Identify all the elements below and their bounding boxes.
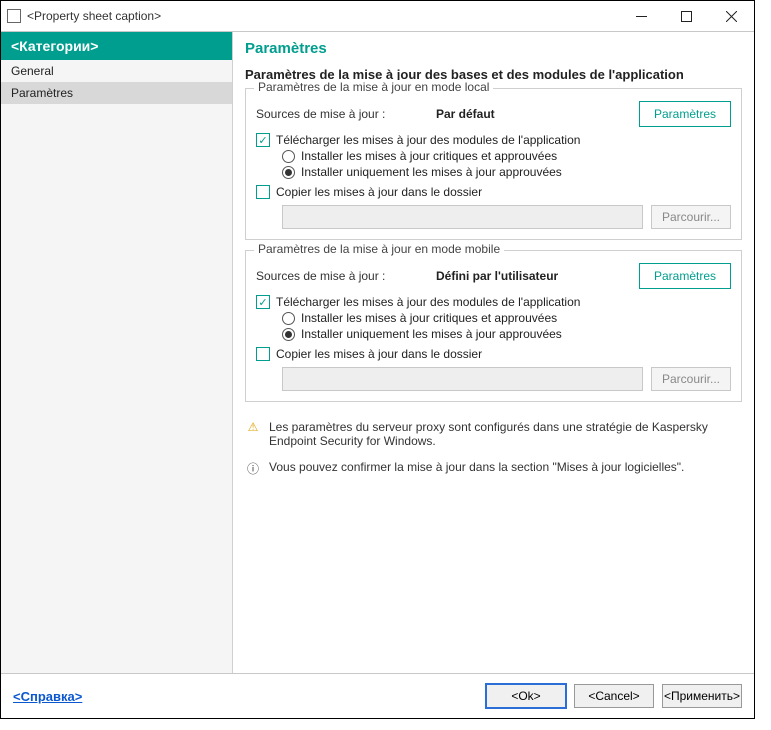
group-local-legend: Paramètres de la mise à jour en mode loc… <box>254 80 493 94</box>
help-link[interactable]: <Справка> <box>13 689 82 704</box>
update-info: ⓘ Vous pouvez confirmer la mise à jour d… <box>245 460 742 477</box>
mobile-browse-button[interactable]: Parcourir... <box>651 367 731 391</box>
group-local: Paramètres de la mise à jour en mode loc… <box>245 88 742 240</box>
ok-button[interactable]: <Ok> <box>486 684 566 708</box>
update-info-text: Vous pouvez confirmer la mise à jour dan… <box>269 460 684 477</box>
titlebar: <Property sheet caption> <box>1 1 754 31</box>
group-mobile: Paramètres de la mise à jour en mode mob… <box>245 250 742 402</box>
app-icon <box>7 9 21 23</box>
local-browse-button[interactable]: Parcourir... <box>651 205 731 229</box>
local-source-label: Sources de mise à jour : <box>256 107 436 121</box>
maximize-icon <box>681 11 692 22</box>
local-copy-label: Copier les mises à jour dans le dossier <box>276 185 482 199</box>
mobile-copy-label: Copier les mises à jour dans le dossier <box>276 347 482 361</box>
sidebar-item-parametres[interactable]: Paramètres <box>1 82 232 104</box>
proxy-warning-text: Les paramètres du serveur proxy sont con… <box>269 420 742 448</box>
mobile-download-label: Télécharger les mises à jour des modules… <box>276 295 580 309</box>
mobile-radio-critical-label: Installer les mises à jour critiques et … <box>301 311 557 325</box>
local-copy-checkbox[interactable]: ✓ <box>256 185 270 199</box>
close-icon <box>726 11 737 22</box>
apply-button[interactable]: <Применить> <box>662 684 742 708</box>
main-panel: Paramètres Paramètres de la mise à jour … <box>233 32 754 673</box>
close-button[interactable] <box>709 1 754 31</box>
local-radio-approved-label: Installer uniquement les mises à jour ap… <box>301 165 562 179</box>
local-radio-critical[interactable] <box>282 150 295 163</box>
local-source-value: Par défaut <box>436 107 639 121</box>
maximize-button[interactable] <box>664 1 709 31</box>
local-download-checkbox[interactable]: ✓ <box>256 133 270 147</box>
mobile-radio-approved-label: Installer uniquement les mises à jour ap… <box>301 327 562 341</box>
local-radio-critical-label: Installer les mises à jour critiques et … <box>301 149 557 163</box>
mobile-radio-critical[interactable] <box>282 312 295 325</box>
info-icon: ⓘ <box>245 460 261 477</box>
local-folder-input <box>282 205 643 229</box>
mobile-source-label: Sources de mise à jour : <box>256 269 436 283</box>
categories-header: <Категории> <box>1 32 232 60</box>
mobile-source-value: Défini par l'utilisateur <box>436 269 639 283</box>
content-area: <Категории> General Paramètres Paramètre… <box>1 31 754 673</box>
sidebar-item-general[interactable]: General <box>1 60 232 82</box>
local-radio-approved[interactable] <box>282 166 295 179</box>
mobile-copy-checkbox[interactable]: ✓ <box>256 347 270 361</box>
proxy-warning: ⚠ Les paramètres du serveur proxy sont c… <box>245 420 742 448</box>
mobile-download-checkbox[interactable]: ✓ <box>256 295 270 309</box>
sidebar: <Категории> General Paramètres <box>1 32 233 673</box>
minimize-button[interactable] <box>619 1 664 31</box>
footer: <Справка> <Ok> <Cancel> <Применить> <box>1 673 754 718</box>
property-sheet-window: <Property sheet caption> <Категории> Gen… <box>0 0 755 719</box>
minimize-icon <box>636 11 647 22</box>
mobile-radio-approved[interactable] <box>282 328 295 341</box>
warning-icon: ⚠ <box>245 420 261 448</box>
mobile-settings-button[interactable]: Paramètres <box>639 263 731 289</box>
cancel-button[interactable]: <Cancel> <box>574 684 654 708</box>
local-settings-button[interactable]: Paramètres <box>639 101 731 127</box>
window-title: <Property sheet caption> <box>27 9 619 23</box>
local-download-label: Télécharger les mises à jour des modules… <box>276 133 580 147</box>
mobile-folder-input <box>282 367 643 391</box>
main-header: Paramètres <box>233 32 754 63</box>
group-mobile-legend: Paramètres de la mise à jour en mode mob… <box>254 242 504 256</box>
